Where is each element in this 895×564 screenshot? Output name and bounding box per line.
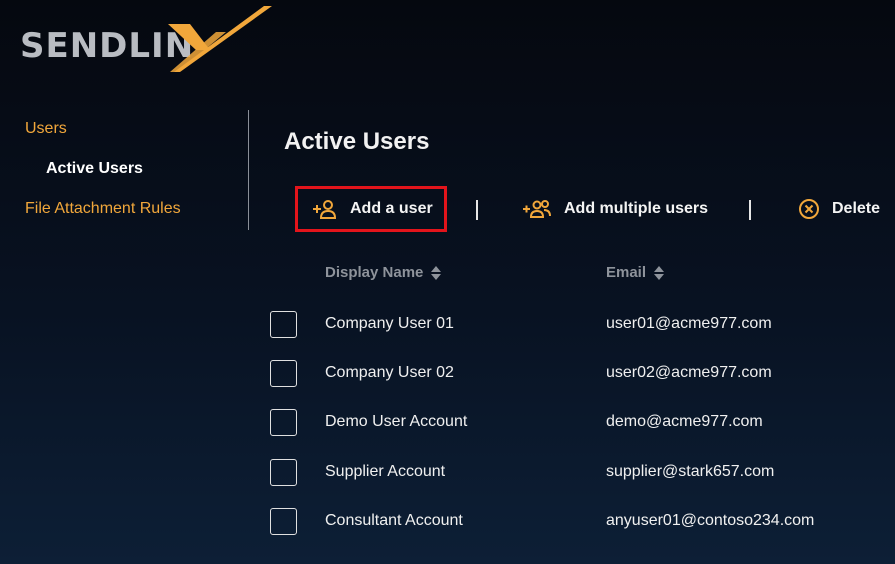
cell-display-name: Company User 01 (325, 315, 454, 332)
sort-icon (431, 265, 442, 280)
cell-display-name: Demo User Account (325, 413, 468, 430)
app-logo: SENDLIN (18, 6, 278, 76)
cell-display-name: Company User 02 (325, 364, 454, 381)
sidebar-item-active-users[interactable]: Active Users (46, 160, 143, 178)
delete-label: Delete (832, 200, 881, 217)
table-row: Consultant Account anyuser01@contoso234.… (270, 508, 895, 538)
cell-email: user02@acme977.com (606, 364, 772, 381)
delete-circle-x-icon (799, 199, 819, 219)
table-row: Company User 01 user01@acme977.com (270, 311, 895, 341)
row-checkbox[interactable] (270, 459, 297, 486)
cell-display-name: Supplier Account (325, 463, 446, 480)
toolbar-separator (749, 200, 751, 220)
row-checkbox[interactable] (270, 508, 297, 535)
add-multiple-users-icon (523, 200, 551, 218)
sidebar-item-users[interactable]: Users (25, 120, 67, 138)
table-row: Company User 02 user02@acme977.com (270, 360, 895, 390)
delete-button[interactable]: Delete (798, 186, 895, 232)
add-multiple-users-label: Add multiple users (564, 200, 709, 217)
add-user-button[interactable]: Add a user (295, 186, 447, 232)
row-checkbox[interactable] (270, 360, 297, 387)
cell-email: supplier@stark657.com (606, 463, 775, 480)
column-header-label: Display Name (325, 264, 424, 281)
sidebar-item-file-attachment-rules[interactable]: File Attachment Rules (25, 200, 181, 218)
cell-email: user01@acme977.com (606, 315, 772, 332)
sidebar-nav: Users Active Users File Attachment Rules (0, 110, 248, 230)
page-title: Active Users (284, 128, 430, 155)
row-checkbox[interactable] (270, 409, 297, 436)
column-header-email[interactable]: Email (606, 264, 665, 281)
add-multiple-users-button[interactable]: Add multiple users (522, 186, 722, 232)
cell-email: demo@acme977.com (606, 413, 763, 430)
sort-icon (654, 265, 665, 280)
cell-email: anyuser01@contoso234.com (606, 512, 815, 529)
toolbar-separator (476, 200, 478, 220)
add-user-icon (313, 200, 337, 219)
cell-display-name: Consultant Account (325, 512, 463, 529)
table-row: Supplier Account supplier@stark657.com (270, 459, 895, 489)
table-row: Demo User Account demo@acme977.com (270, 409, 895, 439)
row-checkbox[interactable] (270, 311, 297, 338)
sidebar-divider (248, 110, 249, 230)
logo-x-icon (168, 6, 272, 72)
add-user-label: Add a user (350, 200, 433, 217)
column-header-label: Email (606, 264, 647, 281)
column-header-display-name[interactable]: Display Name (325, 264, 442, 281)
